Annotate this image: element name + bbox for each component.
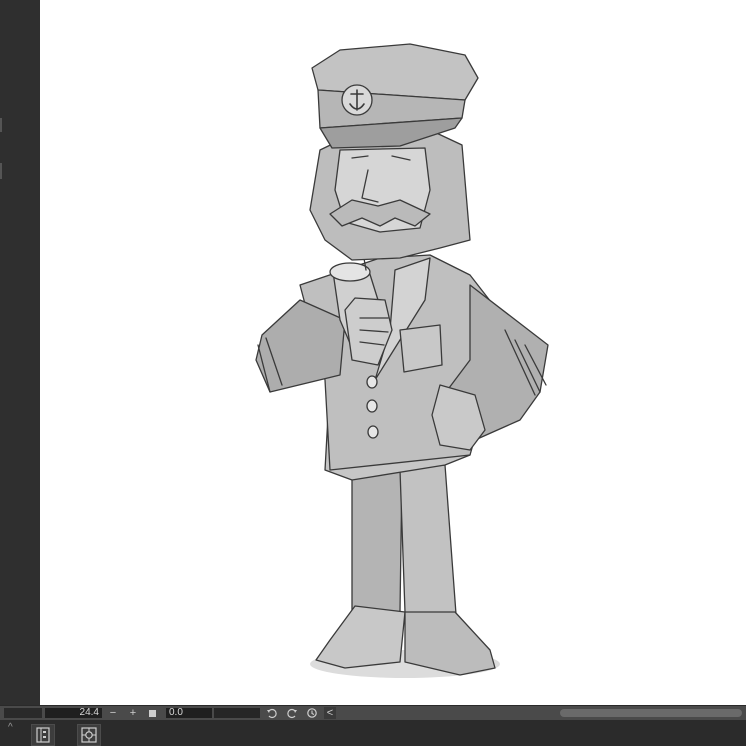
horizontal-scrollbar[interactable] [560,709,742,717]
reset-rotation-icon [307,708,317,718]
fit-to-window-button[interactable] [146,707,158,719]
square-icon [148,709,156,717]
reset-rotation-button[interactable] [306,707,318,719]
rotate-right-icon [287,708,297,719]
status-bar-spacer [4,708,42,718]
layer-panel-button[interactable] [31,724,55,746]
zoom-in-button[interactable]: + [127,707,139,719]
bottom-toolbar: ^ [0,720,746,746]
captain-sketch-artwork [255,43,549,678]
navigator-button[interactable] [77,724,101,746]
zoom-out-button[interactable]: − [107,707,119,719]
rotate-left-icon [267,708,277,719]
chevron-up-icon[interactable]: ^ [8,722,13,733]
drawing-canvas[interactable] [40,0,746,705]
zoom-value-field[interactable]: 24.4 [45,708,102,718]
left-side-panel [0,0,40,705]
rotate-left-button[interactable] [266,707,278,719]
rotation-value-field[interactable]: 0.0 [166,708,212,718]
panel-edge-marker [0,118,2,132]
navigator-icon [81,727,97,743]
rotation-slider[interactable] [214,708,260,718]
canvas-status-bar: 24.4 − + 0.0 < [0,705,746,720]
scroll-left-button[interactable]: < [324,707,336,719]
rotate-right-button[interactable] [286,707,298,719]
layer-panel-icon [36,727,50,743]
panel-edge-marker [0,163,2,179]
